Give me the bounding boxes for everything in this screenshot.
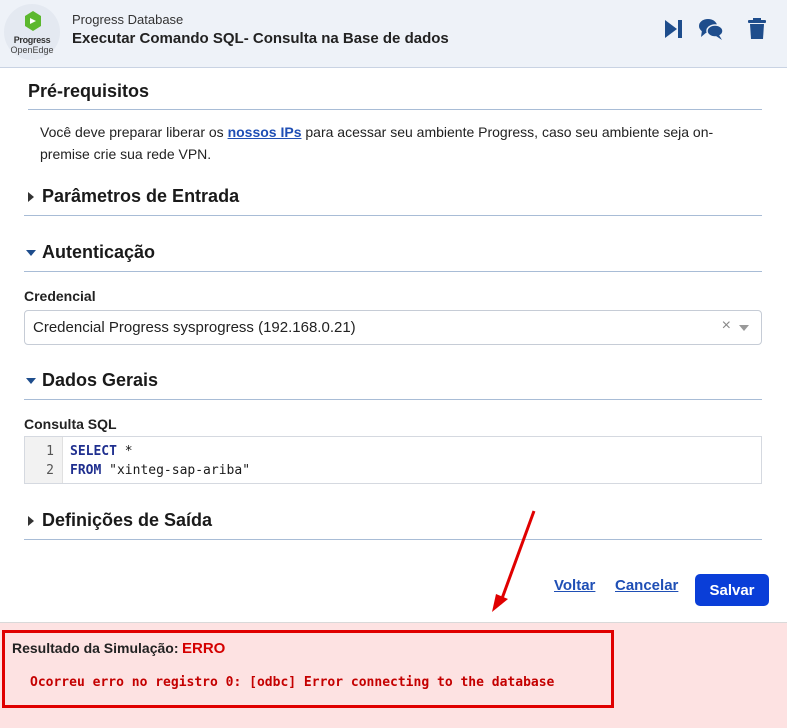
ips-link[interactable]: nossos IPs <box>228 124 302 140</box>
prereq-text: Você deve preparar liberar os nossos IPs… <box>40 121 730 165</box>
red-arrow-icon <box>492 510 536 612</box>
app-name: Progress Database <box>72 12 184 27</box>
sql-editor[interactable]: 1 2 SELECT * FROM "xinteg-sap-ariba" <box>24 436 762 484</box>
simulation-result-panel: Resultado da Simulação: ERRO Ocorreu err… <box>0 622 787 728</box>
credential-value: Credencial Progress sysprogress (192.168… <box>33 319 356 336</box>
cancel-button[interactable]: Cancelar <box>615 577 678 594</box>
chat-icon[interactable] <box>698 16 724 42</box>
credential-select[interactable]: Credencial Progress sysprogress (192.168… <box>24 310 762 345</box>
line-gutter: 1 2 <box>25 437 63 483</box>
status-badge: ERRO <box>182 640 226 657</box>
progress-logo: Progress OpenEdge <box>4 4 60 60</box>
page-title: Executar Comando SQL- Consulta na Base d… <box>72 30 449 47</box>
divider <box>24 271 762 272</box>
divider <box>24 399 762 400</box>
sql-text: "xinteg-sap-ariba" <box>101 463 251 478</box>
progress-logo-mark-icon <box>25 11 41 31</box>
line-number: 1 <box>46 444 54 459</box>
section-label: Parâmetros de Entrada <box>42 186 240 206</box>
sql-label: Consulta SQL <box>24 416 117 432</box>
caret-down-icon <box>24 246 38 260</box>
back-button[interactable]: Voltar <box>554 577 595 594</box>
error-message: Ocorreu erro no registro 0: [odbc] Error… <box>30 675 555 690</box>
trash-icon[interactable] <box>744 16 770 42</box>
code-line: SELECT * <box>70 444 133 459</box>
section-input-params[interactable]: Parâmetros de Entrada <box>24 186 239 207</box>
logo-text-progress: Progress <box>13 35 51 45</box>
caret-right-icon <box>24 190 38 204</box>
prereq-text-before: Você deve preparar liberar os <box>40 124 228 140</box>
section-auth[interactable]: Autenticação <box>24 242 155 263</box>
logo-text-openedge: OpenEdge <box>10 45 54 55</box>
sql-keyword: FROM <box>70 463 102 478</box>
section-label: Dados Gerais <box>42 370 159 390</box>
line-number: 2 <box>46 463 54 478</box>
prereq-title: Pré-requisitos <box>28 81 150 101</box>
caret-right-icon <box>24 514 38 528</box>
result-label: Resultado da Simulação: <box>12 640 179 656</box>
skip-forward-icon[interactable] <box>660 16 686 42</box>
caret-down-icon <box>24 374 38 388</box>
chevron-down-icon[interactable] <box>739 325 749 331</box>
code-line: FROM "xinteg-sap-ariba" <box>70 463 250 478</box>
divider <box>28 109 762 110</box>
credential-label: Credencial <box>24 288 96 304</box>
sql-keyword: SELECT <box>70 444 117 459</box>
section-general[interactable]: Dados Gerais <box>24 370 158 391</box>
section-output[interactable]: Definições de Saída <box>24 510 212 531</box>
section-label: Autenticação <box>42 242 156 262</box>
divider <box>24 539 762 540</box>
save-button[interactable]: Salvar <box>695 574 769 606</box>
form-content: Pré-requisitos Você deve preparar libera… <box>0 69 787 622</box>
divider <box>24 215 762 216</box>
clear-icon[interactable]: × <box>722 317 731 335</box>
header-bar: Progress OpenEdge Progress Database Exec… <box>0 0 787 68</box>
section-label: Definições de Saída <box>42 510 213 530</box>
sql-text: * <box>116 444 133 459</box>
